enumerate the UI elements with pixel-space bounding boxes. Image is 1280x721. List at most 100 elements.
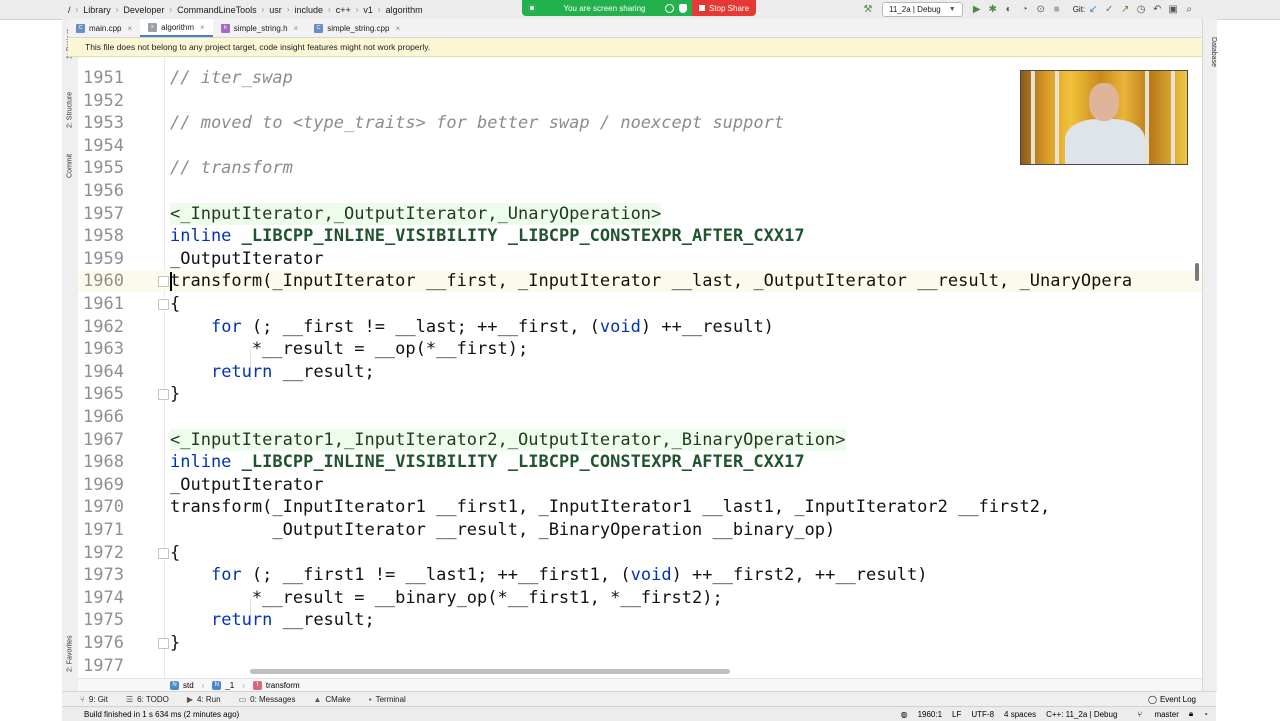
- line-separator[interactable]: LF: [952, 710, 961, 719]
- chevron-down-icon: ▼: [948, 6, 956, 13]
- indent-setting[interactable]: 4 spaces: [1004, 710, 1036, 719]
- nav-item-transform[interactable]: transform: [266, 681, 300, 690]
- code-line[interactable]: 1962 for (; __first != __last; ++__first…: [78, 316, 1202, 338]
- code-line[interactable]: 1963 *__result = __op(*__first);: [78, 338, 1202, 360]
- code-line[interactable]: 1966: [78, 406, 1202, 428]
- vertical-scroll-marker[interactable]: [1195, 263, 1199, 281]
- git-commit-icon[interactable]: ✓: [1101, 0, 1117, 19]
- tab-simple-string-h[interactable]: h simple_string.h ×: [213, 19, 306, 37]
- git-branch[interactable]: ⑂ master: [1127, 710, 1178, 719]
- line-number: 1970: [83, 497, 124, 518]
- breadcrumb-commandlinetools[interactable]: CommandLineTools: [177, 5, 257, 15]
- event-log-button[interactable]: ◯ Event Log: [1148, 692, 1196, 707]
- text-caret: [170, 272, 172, 292]
- tab-main-cpp[interactable]: C main.cpp ×: [68, 19, 140, 37]
- namespace-icon: N: [170, 680, 179, 690]
- inspection-icon[interactable]: ◔: [1203, 710, 1208, 719]
- stop-share-label: Stop Share: [708, 3, 750, 13]
- cpp-file-icon: C: [314, 23, 324, 33]
- debug-icon[interactable]: ✱: [985, 0, 1001, 19]
- code-line[interactable]: 1972 {: [78, 542, 1202, 564]
- tool-tab-commit[interactable]: Commit: [62, 149, 78, 183]
- code-line[interactable]: 1969 _OutputIterator: [78, 474, 1202, 496]
- tool-window-cmake[interactable]: ▲ CMake: [313, 695, 350, 704]
- code-line[interactable]: 1974 *__result = __binary_op(*__first1, …: [78, 587, 1202, 609]
- code-line[interactable]: 1975 return __result;: [78, 609, 1202, 631]
- code-line[interactable]: 1964 return __result;: [78, 361, 1202, 383]
- nav-item-std[interactable]: std: [183, 681, 194, 690]
- tab-algorithm[interactable]: ≡ algorithm ×: [140, 19, 213, 37]
- line-number: 1962: [83, 316, 124, 337]
- tool-window-git[interactable]: ⑂ 9: Git: [80, 695, 108, 704]
- function-icon: f: [252, 680, 262, 690]
- horizontal-scrollbar[interactable]: [250, 669, 730, 674]
- pause-share-icon[interactable]: [665, 3, 674, 13]
- breadcrumb-root[interactable]: /: [68, 5, 71, 15]
- history-icon[interactable]: ◷: [1133, 0, 1149, 19]
- shield-icon[interactable]: [679, 3, 687, 13]
- breadcrumb-v1[interactable]: v1: [363, 5, 373, 15]
- layout-icon[interactable]: ▣: [1165, 0, 1181, 19]
- lock-icon[interactable]: 🔒︎: [1189, 709, 1193, 719]
- fold-marker-icon[interactable]: [158, 638, 169, 649]
- git-update-icon[interactable]: ↙: [1085, 0, 1101, 19]
- fold-marker-icon[interactable]: [158, 299, 169, 310]
- caret-position[interactable]: 1960:1: [918, 710, 942, 719]
- fold-marker-icon[interactable]: [158, 276, 169, 288]
- code-line[interactable]: 1970 transform(_InputIterator1 __first1, …: [78, 496, 1202, 518]
- code-line[interactable]: 1973 for (; __first1 != __last1; ++__fir…: [78, 564, 1202, 586]
- code-line[interactable]: 1967 <_InputIterator1,_InputIterator2,_Ou…: [78, 428, 1202, 451]
- code-line[interactable]: 1971 _OutputIterator __result, _BinaryOp…: [78, 519, 1202, 541]
- profile-icon[interactable]: ◔: [1017, 0, 1033, 19]
- breadcrumb-algorithm[interactable]: algorithm: [386, 5, 423, 15]
- memory-indicator-icon[interactable]: ◍: [901, 710, 908, 719]
- line-number: 1972: [83, 542, 124, 563]
- code-line[interactable]: 1959 _OutputIterator: [78, 248, 1202, 270]
- tool-window-todo[interactable]: ☰ 6: TODO: [126, 695, 169, 704]
- stop-share-button[interactable]: Stop Share: [692, 0, 756, 16]
- code-line[interactable]: 1961 {: [78, 293, 1202, 315]
- code-line[interactable]: 1968 inline _LIBCPP_INLINE_VISIBILITY _LI…: [78, 451, 1202, 473]
- build-hammer-icon[interactable]: ⚒: [860, 0, 876, 19]
- run-icon[interactable]: ▶: [969, 0, 985, 19]
- tool-tab-structure[interactable]: 2: Structure: [62, 83, 78, 137]
- tool-window-messages[interactable]: ▭ 0: Messages: [239, 695, 296, 704]
- run-configuration-select[interactable]: 11_2a | Debug ▼: [882, 2, 963, 17]
- rollback-icon[interactable]: ↶: [1149, 0, 1165, 19]
- stop-icon[interactable]: ■: [1049, 0, 1065, 19]
- code-line[interactable]: 1965}: [78, 383, 1202, 405]
- tab-simple-string-cpp[interactable]: C simple_string.cpp ×: [306, 19, 408, 37]
- breadcrumb-usr[interactable]: usr: [269, 5, 282, 15]
- fold-marker-icon[interactable]: [158, 547, 169, 559]
- tool-window-terminal[interactable]: ▪ Terminal: [369, 695, 406, 704]
- fold-marker-icon[interactable]: [158, 389, 169, 401]
- nav-item-1[interactable]: _1: [225, 681, 234, 690]
- presenter-body: [1065, 119, 1145, 164]
- coverage-icon[interactable]: ◐: [1001, 0, 1017, 19]
- breadcrumb-library[interactable]: Library: [83, 5, 111, 15]
- close-icon[interactable]: ×: [200, 23, 205, 32]
- code-line[interactable]: 1960 transform(_InputIterator __first, _I…: [78, 270, 1202, 293]
- close-icon[interactable]: ×: [294, 24, 299, 33]
- language-context[interactable]: C++: 11_2a | Debug: [1046, 710, 1117, 719]
- code-line[interactable]: 1976}: [78, 632, 1202, 654]
- breadcrumb-include[interactable]: include: [294, 5, 323, 15]
- close-icon[interactable]: ×: [127, 24, 132, 33]
- breadcrumb-developer[interactable]: Developer: [123, 5, 164, 15]
- file-encoding[interactable]: UTF-8: [971, 710, 994, 719]
- search-icon[interactable]: ⌕: [1181, 0, 1197, 19]
- tool-tab-favorites[interactable]: 2: Favorites: [62, 627, 78, 681]
- line-number: 1957: [83, 203, 124, 224]
- git-push-icon[interactable]: ↗: [1117, 0, 1133, 19]
- tool-window-run[interactable]: ▶ 4: Run: [187, 695, 221, 704]
- attach-icon[interactable]: ⊙: [1033, 0, 1049, 19]
- tool-tab-database[interactable]: Database: [1203, 37, 1217, 67]
- code-line[interactable]: 1958 inline _LIBCPP_INLINE_VISIBILITY _LI…: [78, 225, 1202, 247]
- line-number: 1959: [83, 248, 124, 269]
- close-icon[interactable]: ×: [395, 24, 400, 33]
- breadcrumb-cpp[interactable]: c++: [336, 5, 351, 15]
- status-message[interactable]: Build finished in 1 s 634 ms (2 minutes …: [84, 710, 239, 719]
- line-number: 1955: [83, 158, 124, 179]
- code-line[interactable]: 1956: [78, 180, 1202, 202]
- code-line[interactable]: 1957 <_InputIterator,_OutputIterator,_Una…: [78, 202, 1202, 225]
